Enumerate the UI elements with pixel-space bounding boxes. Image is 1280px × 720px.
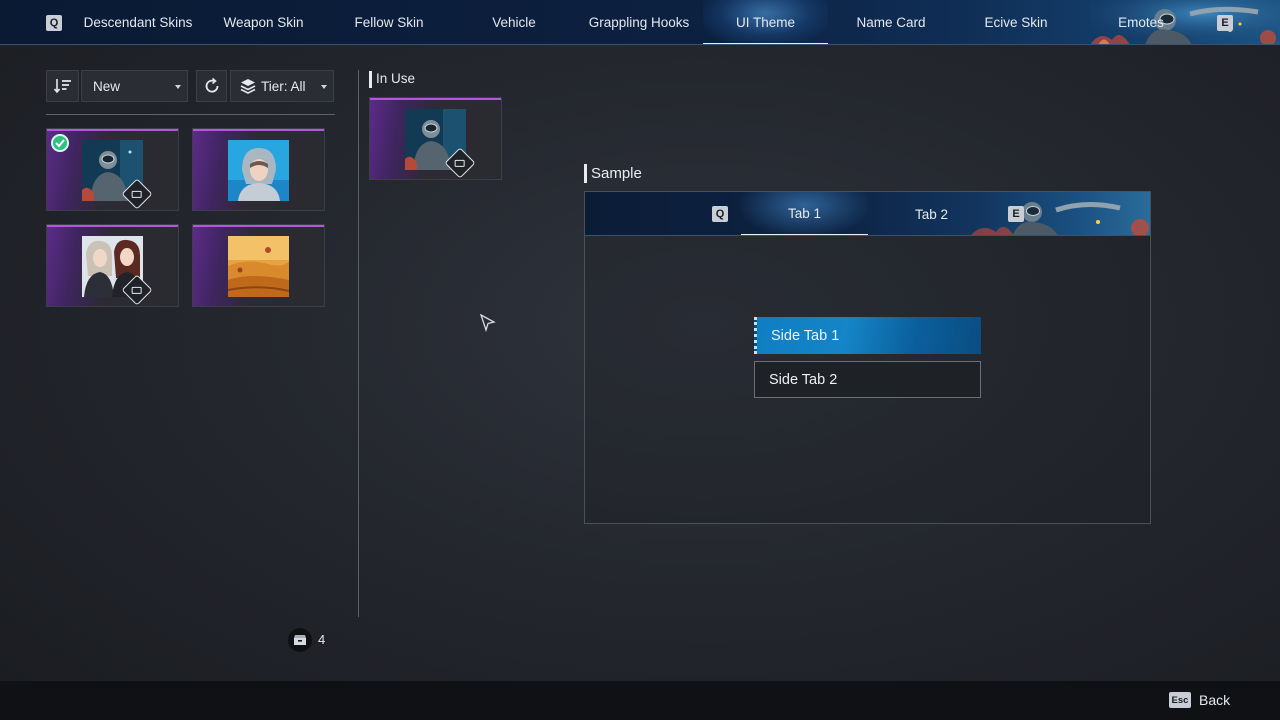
escape-key[interactable]: Esc (1169, 692, 1191, 708)
theme-card-underwater-diver[interactable] (46, 128, 179, 211)
sample-marker (584, 164, 587, 183)
underwater-theme-art (970, 201, 1149, 235)
tab-grappling-hooks[interactable]: Grappling Hooks (579, 0, 699, 44)
tab-vehicle[interactable]: Vehicle (454, 0, 574, 44)
tab-name-card[interactable]: Name Card (831, 0, 951, 44)
tab-emotes[interactable]: Emotes (1081, 0, 1201, 44)
tab-fellow-skin[interactable]: Fellow Skin (329, 0, 449, 44)
layers-icon (240, 79, 256, 94)
sort-descending-icon (53, 79, 71, 94)
sample-label: Sample (591, 165, 642, 182)
panel-divider (358, 70, 359, 617)
in-use-marker (369, 71, 372, 88)
sample-tab-bar: Q Tab 1 Tab 2 E (585, 192, 1150, 236)
thumbnail-hooded-girl (228, 140, 289, 201)
inventory-count: 4 (318, 632, 326, 647)
sort-dropdown-value: New (93, 78, 121, 94)
sort-order-button[interactable] (46, 70, 79, 102)
sample-side-tab-2[interactable]: Side Tab 2 (754, 361, 981, 398)
back-button[interactable]: Back (1199, 692, 1230, 708)
toolbar-divider (46, 114, 335, 115)
tier-filter-value: Tier: All (261, 78, 306, 94)
footer-bar: Esc Back (0, 681, 1280, 720)
prev-tab-key-q[interactable]: Q (46, 15, 62, 31)
storage-box-icon (288, 628, 312, 652)
thumbnail-autumn-field (228, 236, 289, 297)
tab-ecive-skin[interactable]: Ecive Skin (956, 0, 1076, 44)
sample-side-tab-1[interactable]: Side Tab 1 (754, 317, 981, 354)
sample-preview-frame: Q Tab 1 Tab 2 E (584, 191, 1151, 524)
theme-card-hooded-girl[interactable] (192, 128, 325, 211)
tier-filter-dropdown[interactable]: Tier: All (230, 70, 334, 102)
tab-ui-theme[interactable]: UI Theme (703, 0, 828, 44)
sample-tab-1[interactable]: Tab 1 (741, 192, 868, 235)
theme-card-autumn-field[interactable] (192, 224, 325, 307)
tab-weapon-skin[interactable]: Weapon Skin (203, 0, 324, 44)
mouse-cursor-icon (480, 314, 496, 332)
sample-prev-key-q[interactable]: Q (712, 206, 728, 222)
next-tab-key-e[interactable]: E (1217, 15, 1233, 31)
chevron-down-icon (175, 85, 181, 89)
sample-tab-2[interactable]: Tab 2 (868, 192, 995, 235)
refresh-icon (205, 77, 218, 93)
chevron-down-icon (321, 85, 327, 89)
in-use-label: In Use (376, 71, 416, 86)
sort-dropdown[interactable]: New (81, 70, 188, 102)
top-navigation-bar: Q Descendant Skins Weapon Skin Fellow Sk… (0, 0, 1280, 45)
theme-card-two-women[interactable] (46, 224, 179, 307)
equipped-check-icon (51, 134, 69, 152)
in-use-theme-card[interactable] (369, 97, 502, 180)
reset-filter-button[interactable] (196, 70, 227, 102)
tab-descendant-skins[interactable]: Descendant Skins (78, 0, 198, 44)
sample-next-key-e[interactable]: E (1008, 206, 1024, 222)
